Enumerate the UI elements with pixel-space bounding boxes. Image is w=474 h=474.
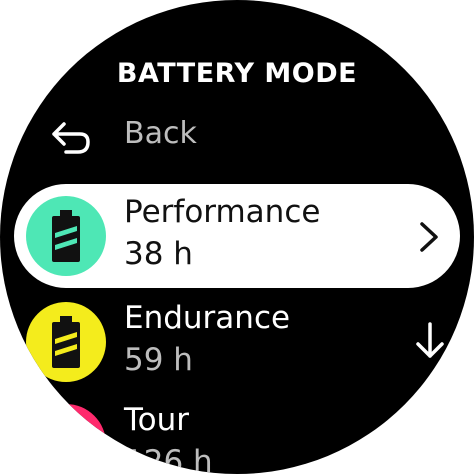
back-button[interactable]: Back: [0, 110, 474, 162]
battery-icon: [52, 316, 80, 368]
mode-name: Endurance: [124, 300, 291, 336]
page-title: BATTERY MODE: [116, 58, 358, 89]
mode-time: 59 h: [124, 342, 193, 378]
mode-name: Performance: [124, 194, 321, 230]
mode-time: 38 h: [124, 236, 193, 272]
back-arrow-icon: [52, 122, 90, 154]
chevron-right-icon[interactable]: [418, 220, 440, 254]
back-label: Back: [124, 116, 197, 151]
battery-icon: [52, 210, 80, 262]
mode-badge: [26, 196, 106, 276]
mode-badge: [26, 302, 106, 382]
arrow-down-icon[interactable]: [414, 320, 446, 360]
watch-screen: BATTERY MODE Back Performance 38 h Endur…: [0, 0, 474, 474]
mode-name: Tour: [124, 402, 190, 438]
mode-item-performance[interactable]: Performance 38 h: [14, 184, 460, 288]
mode-item-endurance[interactable]: Endurance 59 h: [14, 290, 460, 394]
mode-badge: [26, 404, 106, 474]
arrow-up-icon[interactable]: [414, 8, 446, 44]
mode-item-tour[interactable]: Tour 126 h: [14, 392, 460, 474]
mode-time: 126 h: [124, 444, 213, 474]
